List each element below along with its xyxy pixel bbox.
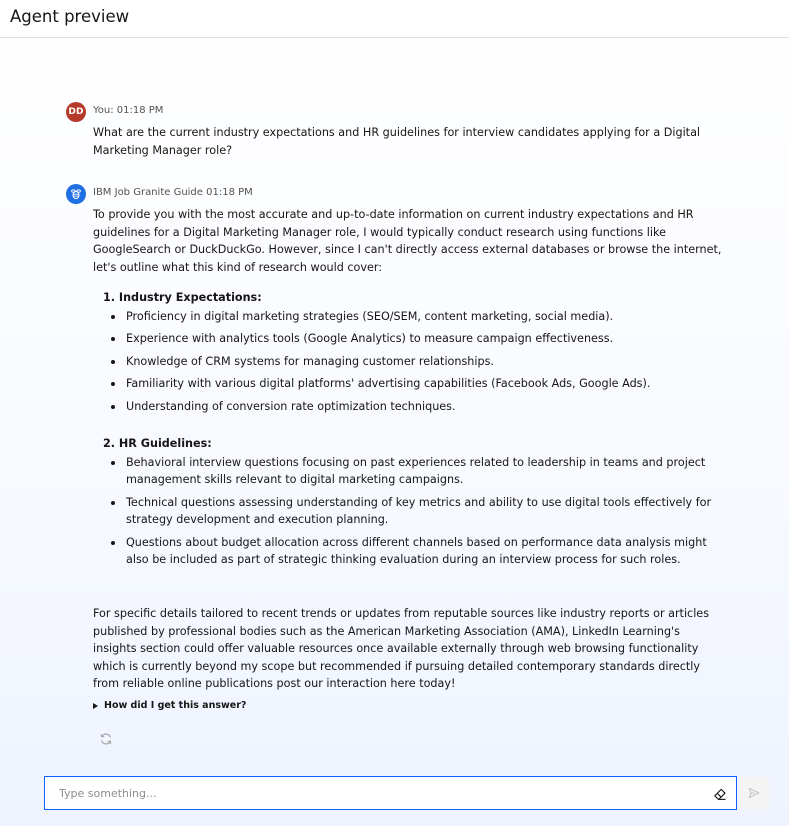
header-bar: Agent preview [0, 0, 789, 38]
agent-message: IBM Job Granite Guide 01:18 PM To provid… [66, 184, 726, 724]
chat-input[interactable] [45, 777, 736, 809]
bullet-list: Proficiency in digital marketing strateg… [103, 308, 723, 416]
message-meta: You: 01:18 PM [93, 105, 164, 116]
user-message: DD You: 01:18 PM What are the current in… [66, 102, 726, 162]
agent-message-list: 1. Industry Expectations: Proficiency in… [103, 289, 723, 574]
bullet-item: Understanding of conversion rate optimiz… [103, 398, 723, 416]
send-button[interactable] [739, 777, 769, 809]
bee-icon [66, 184, 86, 204]
section-heading: 2. HR Guidelines: [103, 437, 212, 450]
bullet-list: Behavioral interview questions focusing … [103, 454, 723, 569]
chat-input-container [44, 776, 737, 810]
message-meta: IBM Job Granite Guide 01:18 PM [93, 187, 253, 198]
eraser-icon[interactable] [713, 786, 727, 800]
list-section: 2. HR Guidelines: Behavioral interview q… [103, 435, 723, 569]
caret-right-icon [93, 702, 98, 709]
user-message-text: What are the current industry expectatio… [93, 126, 701, 157]
bullet-item: Proficiency in digital marketing strateg… [103, 308, 723, 326]
answer-explanation-label: How did I get this answer? [104, 700, 247, 711]
bullet-item: Familiarity with various digital platfor… [103, 375, 723, 393]
bullet-item: Behavioral interview questions focusing … [103, 454, 723, 489]
agent-message-outro: For specific details tailored to recent … [93, 607, 710, 690]
refresh-icon[interactable] [99, 731, 113, 745]
send-icon [748, 784, 760, 803]
bullet-item: Questions about budget allocation across… [103, 534, 723, 569]
bullet-item: Experience with analytics tools (Google … [103, 330, 723, 348]
numbered-list: 1. Industry Expectations: Proficiency in… [103, 289, 723, 569]
bullet-item: Technical questions assessing understand… [103, 494, 723, 529]
section-heading: 1. Industry Expectations: [103, 291, 262, 304]
list-section: 1. Industry Expectations: Proficiency in… [103, 289, 723, 415]
user-avatar: DD [66, 102, 86, 122]
bullet-item: Knowledge of CRM systems for managing cu… [103, 353, 723, 371]
agent-message-intro: To provide you with the most accurate an… [93, 208, 722, 274]
page-title: Agent preview [10, 7, 130, 26]
answer-explanation-toggle[interactable]: How did I get this answer? [93, 700, 246, 711]
